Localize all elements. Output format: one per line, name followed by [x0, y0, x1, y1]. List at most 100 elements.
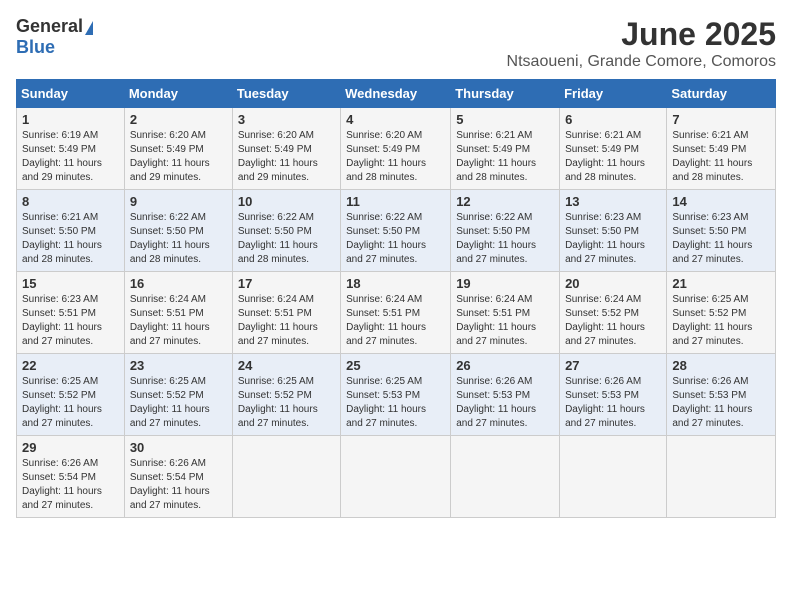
- calendar-table: Sunday Monday Tuesday Wednesday Thursday…: [16, 79, 776, 518]
- table-row: 23 Sunrise: 6:25 AM Sunset: 5:52 PM Dayl…: [124, 354, 232, 436]
- day-number: 4: [346, 112, 445, 127]
- calendar-week-row: 15 Sunrise: 6:23 AM Sunset: 5:51 PM Dayl…: [17, 272, 776, 354]
- day-number: 17: [238, 276, 335, 291]
- day-info: Sunrise: 6:24 AM Sunset: 5:52 PM Dayligh…: [565, 293, 661, 349]
- day-number: 8: [22, 194, 119, 209]
- table-row: 19 Sunrise: 6:24 AM Sunset: 5:51 PM Dayl…: [451, 272, 560, 354]
- table-row: 26 Sunrise: 6:26 AM Sunset: 5:53 PM Dayl…: [451, 354, 560, 436]
- table-row: 20 Sunrise: 6:24 AM Sunset: 5:52 PM Dayl…: [560, 272, 667, 354]
- table-row: 30 Sunrise: 6:26 AM Sunset: 5:54 PM Dayl…: [124, 436, 232, 518]
- table-row: [560, 436, 667, 518]
- col-saturday: Saturday: [667, 80, 776, 108]
- day-info: Sunrise: 6:24 AM Sunset: 5:51 PM Dayligh…: [456, 293, 554, 349]
- month-year-title: June 2025: [507, 16, 776, 53]
- day-number: 21: [672, 276, 770, 291]
- table-row: [232, 436, 340, 518]
- day-number: 9: [130, 194, 227, 209]
- day-number: 2: [130, 112, 227, 127]
- table-row: 6 Sunrise: 6:21 AM Sunset: 5:49 PM Dayli…: [560, 108, 667, 190]
- logo-blue: Blue: [16, 37, 55, 58]
- calendar-week-row: 29 Sunrise: 6:26 AM Sunset: 5:54 PM Dayl…: [17, 436, 776, 518]
- day-number: 20: [565, 276, 661, 291]
- day-info: Sunrise: 6:21 AM Sunset: 5:49 PM Dayligh…: [456, 129, 554, 185]
- table-row: 22 Sunrise: 6:25 AM Sunset: 5:52 PM Dayl…: [17, 354, 125, 436]
- table-row: 10 Sunrise: 6:22 AM Sunset: 5:50 PM Dayl…: [232, 190, 340, 272]
- day-number: 19: [456, 276, 554, 291]
- calendar-week-row: 22 Sunrise: 6:25 AM Sunset: 5:52 PM Dayl…: [17, 354, 776, 436]
- day-info: Sunrise: 6:26 AM Sunset: 5:54 PM Dayligh…: [130, 457, 227, 513]
- day-info: Sunrise: 6:25 AM Sunset: 5:52 PM Dayligh…: [672, 293, 770, 349]
- table-row: 7 Sunrise: 6:21 AM Sunset: 5:49 PM Dayli…: [667, 108, 776, 190]
- day-info: Sunrise: 6:21 AM Sunset: 5:50 PM Dayligh…: [22, 211, 119, 267]
- day-info: Sunrise: 6:24 AM Sunset: 5:51 PM Dayligh…: [346, 293, 445, 349]
- col-monday: Monday: [124, 80, 232, 108]
- day-info: Sunrise: 6:26 AM Sunset: 5:53 PM Dayligh…: [565, 375, 661, 431]
- day-info: Sunrise: 6:21 AM Sunset: 5:49 PM Dayligh…: [672, 129, 770, 185]
- table-row: [341, 436, 451, 518]
- table-row: 4 Sunrise: 6:20 AM Sunset: 5:49 PM Dayli…: [341, 108, 451, 190]
- table-row: 29 Sunrise: 6:26 AM Sunset: 5:54 PM Dayl…: [17, 436, 125, 518]
- day-info: Sunrise: 6:25 AM Sunset: 5:52 PM Dayligh…: [238, 375, 335, 431]
- day-info: Sunrise: 6:23 AM Sunset: 5:50 PM Dayligh…: [565, 211, 661, 267]
- day-number: 24: [238, 358, 335, 373]
- day-number: 10: [238, 194, 335, 209]
- col-wednesday: Wednesday: [341, 80, 451, 108]
- col-thursday: Thursday: [451, 80, 560, 108]
- day-info: Sunrise: 6:24 AM Sunset: 5:51 PM Dayligh…: [130, 293, 227, 349]
- day-number: 3: [238, 112, 335, 127]
- day-info: Sunrise: 6:24 AM Sunset: 5:51 PM Dayligh…: [238, 293, 335, 349]
- day-info: Sunrise: 6:22 AM Sunset: 5:50 PM Dayligh…: [130, 211, 227, 267]
- table-row: 17 Sunrise: 6:24 AM Sunset: 5:51 PM Dayl…: [232, 272, 340, 354]
- location-subtitle: Ntsaoueni, Grande Comore, Comoros: [507, 53, 776, 71]
- table-row: 8 Sunrise: 6:21 AM Sunset: 5:50 PM Dayli…: [17, 190, 125, 272]
- table-row: 9 Sunrise: 6:22 AM Sunset: 5:50 PM Dayli…: [124, 190, 232, 272]
- day-number: 25: [346, 358, 445, 373]
- day-info: Sunrise: 6:26 AM Sunset: 5:53 PM Dayligh…: [456, 375, 554, 431]
- table-row: 16 Sunrise: 6:24 AM Sunset: 5:51 PM Dayl…: [124, 272, 232, 354]
- day-number: 5: [456, 112, 554, 127]
- day-number: 27: [565, 358, 661, 373]
- table-row: [451, 436, 560, 518]
- day-number: 29: [22, 440, 119, 455]
- day-number: 12: [456, 194, 554, 209]
- col-tuesday: Tuesday: [232, 80, 340, 108]
- col-sunday: Sunday: [17, 80, 125, 108]
- calendar-week-row: 1 Sunrise: 6:19 AM Sunset: 5:49 PM Dayli…: [17, 108, 776, 190]
- day-number: 1: [22, 112, 119, 127]
- table-row: 12 Sunrise: 6:22 AM Sunset: 5:50 PM Dayl…: [451, 190, 560, 272]
- day-info: Sunrise: 6:26 AM Sunset: 5:53 PM Dayligh…: [672, 375, 770, 431]
- day-number: 16: [130, 276, 227, 291]
- day-info: Sunrise: 6:23 AM Sunset: 5:51 PM Dayligh…: [22, 293, 119, 349]
- table-row: 11 Sunrise: 6:22 AM Sunset: 5:50 PM Dayl…: [341, 190, 451, 272]
- day-number: 30: [130, 440, 227, 455]
- day-number: 26: [456, 358, 554, 373]
- day-number: 18: [346, 276, 445, 291]
- table-row: 1 Sunrise: 6:19 AM Sunset: 5:49 PM Dayli…: [17, 108, 125, 190]
- day-info: Sunrise: 6:22 AM Sunset: 5:50 PM Dayligh…: [456, 211, 554, 267]
- day-info: Sunrise: 6:23 AM Sunset: 5:50 PM Dayligh…: [672, 211, 770, 267]
- table-row: 13 Sunrise: 6:23 AM Sunset: 5:50 PM Dayl…: [560, 190, 667, 272]
- day-number: 6: [565, 112, 661, 127]
- day-info: Sunrise: 6:25 AM Sunset: 5:52 PM Dayligh…: [130, 375, 227, 431]
- day-info: Sunrise: 6:20 AM Sunset: 5:49 PM Dayligh…: [238, 129, 335, 185]
- day-number: 15: [22, 276, 119, 291]
- day-info: Sunrise: 6:25 AM Sunset: 5:53 PM Dayligh…: [346, 375, 445, 431]
- table-row: 5 Sunrise: 6:21 AM Sunset: 5:49 PM Dayli…: [451, 108, 560, 190]
- table-row: 3 Sunrise: 6:20 AM Sunset: 5:49 PM Dayli…: [232, 108, 340, 190]
- day-info: Sunrise: 6:25 AM Sunset: 5:52 PM Dayligh…: [22, 375, 119, 431]
- table-row: 28 Sunrise: 6:26 AM Sunset: 5:53 PM Dayl…: [667, 354, 776, 436]
- day-info: Sunrise: 6:22 AM Sunset: 5:50 PM Dayligh…: [346, 211, 445, 267]
- day-info: Sunrise: 6:19 AM Sunset: 5:49 PM Dayligh…: [22, 129, 119, 185]
- calendar-week-row: 8 Sunrise: 6:21 AM Sunset: 5:50 PM Dayli…: [17, 190, 776, 272]
- col-friday: Friday: [560, 80, 667, 108]
- table-row: 25 Sunrise: 6:25 AM Sunset: 5:53 PM Dayl…: [341, 354, 451, 436]
- table-row: 21 Sunrise: 6:25 AM Sunset: 5:52 PM Dayl…: [667, 272, 776, 354]
- page-header: General Blue June 2025 Ntsaoueni, Grande…: [16, 16, 776, 71]
- day-info: Sunrise: 6:21 AM Sunset: 5:49 PM Dayligh…: [565, 129, 661, 185]
- table-row: 14 Sunrise: 6:23 AM Sunset: 5:50 PM Dayl…: [667, 190, 776, 272]
- logo-text: General: [16, 16, 93, 37]
- day-number: 14: [672, 194, 770, 209]
- day-number: 13: [565, 194, 661, 209]
- day-info: Sunrise: 6:20 AM Sunset: 5:49 PM Dayligh…: [130, 129, 227, 185]
- day-info: Sunrise: 6:22 AM Sunset: 5:50 PM Dayligh…: [238, 211, 335, 267]
